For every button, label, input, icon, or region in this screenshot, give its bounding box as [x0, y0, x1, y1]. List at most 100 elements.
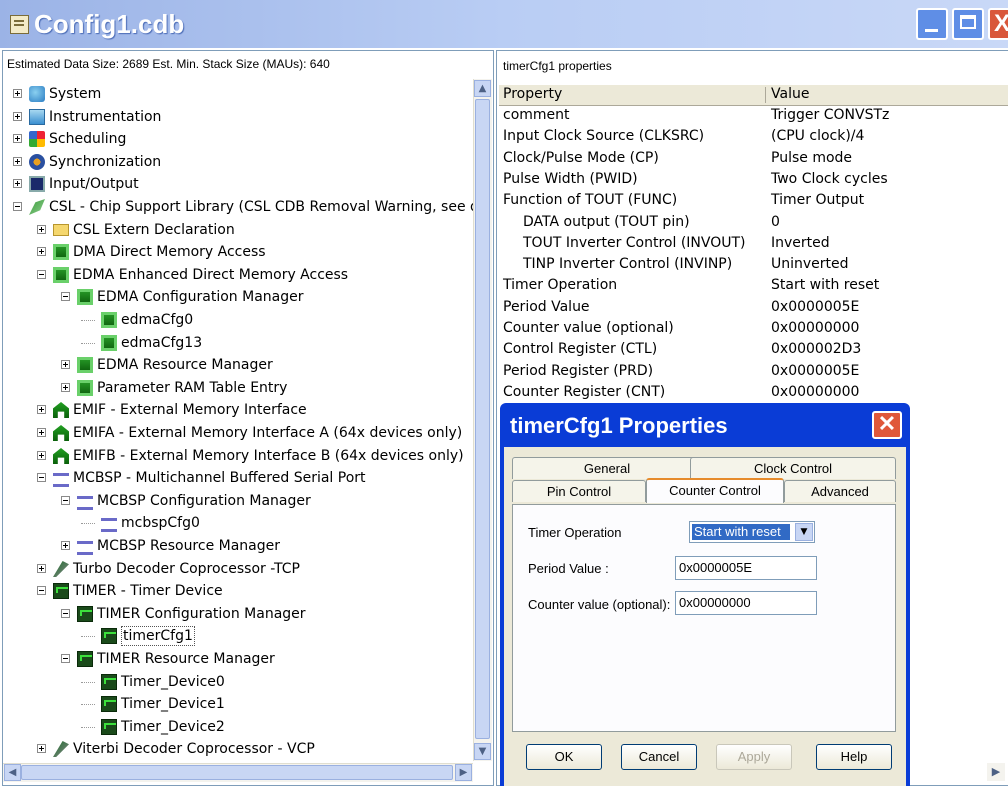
dialog-close-button[interactable]: ✕ [872, 411, 902, 439]
tree-item[interactable]: MCBSP Configuration Manager [3, 490, 473, 512]
expand-icon[interactable] [13, 157, 22, 166]
counter-value-input[interactable]: 0x00000000 [675, 591, 817, 615]
collapse-icon[interactable] [37, 270, 46, 279]
property-row[interactable]: Counter Register (CNT) 0x00000000 [499, 382, 1008, 403]
expand-icon[interactable] [13, 179, 22, 188]
chevron-down-icon[interactable]: ▼ [795, 523, 813, 541]
timer-icon [101, 674, 117, 690]
property-column-header[interactable]: Property [503, 86, 562, 102]
tab-counter-control[interactable]: Counter Control [646, 478, 784, 503]
tab-advanced[interactable]: Advanced [784, 480, 896, 502]
tree-item[interactable]: EDMA Resource Manager [3, 354, 473, 376]
tree-item[interactable]: timerCfg1 [3, 625, 473, 647]
close-button[interactable] [988, 8, 1008, 40]
tree-item[interactable]: Synchronization [3, 151, 473, 173]
collapse-icon[interactable] [61, 654, 70, 663]
tree-item[interactable]: MCBSP - Multichannel Buffered Serial Por… [3, 467, 473, 489]
tree-item[interactable]: EDMA Enhanced Direct Memory Access [3, 264, 473, 286]
scroll-right-icon[interactable]: ▶ [455, 764, 472, 781]
column-divider[interactable] [765, 87, 766, 103]
property-row[interactable]: Function of TOUT (FUNC) Timer Output [499, 190, 1008, 211]
tab-clock-control[interactable]: Clock Control [690, 457, 896, 479]
expand-icon[interactable] [61, 383, 70, 392]
tree-item[interactable]: Timer_Device2 [3, 716, 473, 738]
tree-item[interactable]: Parameter RAM Table Entry [3, 377, 473, 399]
minimize-button[interactable] [916, 8, 948, 40]
expand-icon[interactable] [13, 134, 22, 143]
tree-item[interactable]: EDMA Configuration Manager [3, 286, 473, 308]
apply-button[interactable]: Apply [716, 744, 792, 770]
tree-item[interactable]: Scheduling [3, 128, 473, 150]
tree-horizontal-scrollbar[interactable]: ◀ ▶ [3, 763, 473, 782]
property-row[interactable]: Counter value (optional) 0x00000000 [499, 318, 1008, 339]
expand-icon[interactable] [61, 360, 70, 369]
tree-item[interactable]: Turbo Decoder Coprocessor -TCP [3, 558, 473, 580]
property-row[interactable]: comment Trigger CONVSTz [499, 105, 1008, 126]
period-value-input[interactable]: 0x0000005E [675, 556, 817, 580]
property-row[interactable]: Timer Operation Start with reset [499, 275, 1008, 296]
tree-item-label: DMA Direct Memory Access [73, 244, 266, 260]
tree-item[interactable]: edmaCfg0 [3, 309, 473, 331]
tree-item[interactable]: EMIFB - External Memory Interface B (64x… [3, 445, 473, 467]
expand-icon[interactable] [13, 112, 22, 121]
scroll-up-icon[interactable]: ▲ [474, 80, 491, 97]
expand-icon[interactable] [61, 541, 70, 550]
tree-item[interactable]: mcbspCfg0 [3, 512, 473, 534]
expand-icon[interactable] [37, 405, 46, 414]
value-column-header[interactable]: Value [771, 86, 809, 102]
tree-item[interactable]: Timer_Device0 [3, 671, 473, 693]
expand-icon[interactable] [37, 451, 46, 460]
tree-item[interactable]: EMIFA - External Memory Interface A (64x… [3, 422, 473, 444]
tree-item[interactable]: TIMER Configuration Manager [3, 603, 473, 625]
tree-item[interactable]: Input/Output [3, 173, 473, 195]
tree-item[interactable]: Instrumentation [3, 106, 473, 128]
property-row[interactable]: TINP Inverter Control (INVINP) Uninverted [499, 254, 1008, 275]
collapse-icon[interactable] [61, 496, 70, 505]
tree-item[interactable]: System [3, 83, 473, 105]
scroll-right-icon[interactable]: ▶ [987, 763, 1005, 781]
expand-icon[interactable] [13, 89, 22, 98]
scroll-down-icon[interactable]: ▼ [474, 743, 491, 760]
property-row[interactable]: Pulse Width (PWID) Two Clock cycles [499, 169, 1008, 190]
expand-icon[interactable] [37, 744, 46, 753]
collapse-icon[interactable] [37, 586, 46, 595]
maximize-button[interactable] [952, 8, 984, 40]
tree-item[interactable]: DMA Direct Memory Access [3, 241, 473, 263]
tree-item[interactable]: CSL Extern Declaration [3, 219, 473, 241]
cancel-button[interactable]: Cancel [621, 744, 697, 770]
collapse-icon[interactable] [61, 609, 70, 618]
property-row[interactable]: Input Clock Source (CLKSRC) (CPU clock)/4 [499, 126, 1008, 147]
tree-item-label: MCBSP - Multichannel Buffered Serial Por… [73, 470, 366, 486]
tree-scroll-thumb[interactable] [475, 99, 490, 739]
timer-operation-select[interactable]: Start with reset ▼ [689, 521, 815, 543]
property-row[interactable]: TOUT Inverter Control (INVOUT) Inverted [499, 233, 1008, 254]
property-row[interactable]: Period Value 0x0000005E [499, 297, 1008, 318]
tree-item[interactable]: edmaCfg13 [3, 332, 473, 354]
property-row[interactable]: Period Register (PRD) 0x0000005E [499, 361, 1008, 382]
ok-button[interactable]: OK [526, 744, 602, 770]
property-row[interactable]: Clock/Pulse Mode (CP) Pulse mode [499, 148, 1008, 169]
expand-icon[interactable] [37, 564, 46, 573]
tree-item[interactable]: Viterbi Decoder Coprocessor - VCP [3, 738, 473, 760]
expand-icon[interactable] [37, 225, 46, 234]
window-titlebar[interactable]: Config1.cdb [0, 0, 1008, 48]
tree-item[interactable]: EMIF - External Memory Interface [3, 399, 473, 421]
property-row[interactable]: Control Register (CTL) 0x000002D3 [499, 339, 1008, 360]
property-row[interactable]: DATA output (TOUT pin) 0 [499, 212, 1008, 233]
tree-hscroll-thumb[interactable] [21, 765, 453, 780]
expand-icon[interactable] [37, 247, 46, 256]
tree-vertical-scrollbar[interactable]: ▲ ▼ [473, 79, 492, 761]
collapse-icon[interactable] [61, 292, 70, 301]
collapse-icon[interactable] [13, 202, 22, 211]
collapse-icon[interactable] [37, 473, 46, 482]
help-button[interactable]: Help [816, 744, 892, 770]
expand-icon[interactable] [37, 428, 46, 437]
tree-item[interactable]: MCBSP Resource Manager [3, 535, 473, 557]
tree-item[interactable]: TIMER Resource Manager [3, 648, 473, 670]
tree-item[interactable]: TIMER - Timer Device [3, 580, 473, 602]
tab-general[interactable]: General [512, 457, 702, 479]
tab-pin-control[interactable]: Pin Control [512, 480, 646, 502]
tree-item[interactable]: CSL - Chip Support Library (CSL CDB Remo… [3, 196, 473, 218]
scroll-left-icon[interactable]: ◀ [4, 764, 21, 781]
tree-item[interactable]: Timer_Device1 [3, 693, 473, 715]
